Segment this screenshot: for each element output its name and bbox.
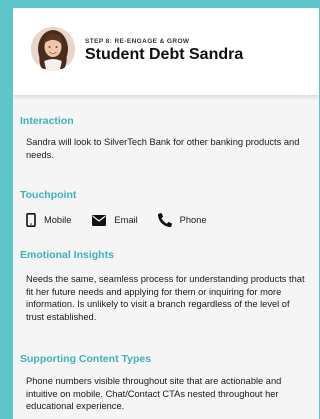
mobile-icon xyxy=(26,213,36,227)
content-types-heading: Supporting Content Types xyxy=(20,353,152,365)
emotional-insights-text: Needs the same, seamless process for und… xyxy=(26,274,305,322)
touchpoint-phone: Phone xyxy=(157,213,207,227)
email-icon xyxy=(92,214,107,226)
emotional-insights-heading: Emotional Insights xyxy=(20,249,114,261)
touchpoint-heading: Touchpoint xyxy=(20,189,77,201)
avatar-photo xyxy=(31,27,75,71)
touchpoint-list: Mobile Email Phone xyxy=(26,213,207,227)
persona-card: STEP 8: RE-ENGAGE & GROW Student Debt Sa… xyxy=(13,8,319,419)
card-body: Interaction Sandra will look to SilverTe… xyxy=(13,95,319,419)
interaction-heading: Interaction xyxy=(20,115,74,127)
touchpoint-label: Phone xyxy=(179,215,207,225)
interaction-text: Sandra will look to SilverTech Bank for … xyxy=(26,137,300,160)
content-types-text: Phone numbers visible throughout site th… xyxy=(26,376,282,411)
phone-icon xyxy=(157,213,172,227)
touchpoint-mobile: Mobile xyxy=(26,213,71,227)
avatar xyxy=(31,27,75,71)
step-label: STEP 8: RE-ENGAGE & GROW xyxy=(85,38,190,45)
card-header: STEP 8: RE-ENGAGE & GROW Student Debt Sa… xyxy=(13,8,319,95)
touchpoint-label: Email xyxy=(114,215,138,225)
touchpoint-email: Email xyxy=(92,214,138,226)
persona-name: Student Debt Sandra xyxy=(85,46,244,63)
touchpoint-label: Mobile xyxy=(44,215,72,225)
